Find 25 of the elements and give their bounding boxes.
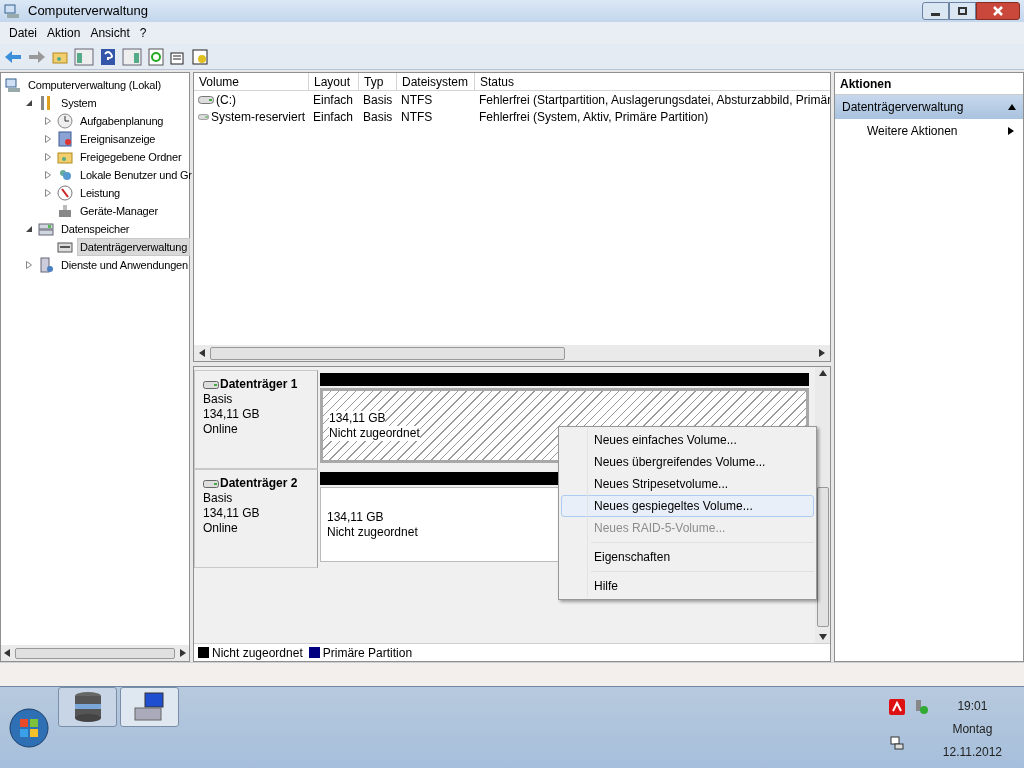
- disk-type: Basis: [203, 392, 234, 407]
- legend-label: Nicht zugeordnet: [212, 644, 303, 662]
- partition-status: Nicht zugeordnet: [327, 524, 418, 540]
- table-cell-text: Basis: [363, 108, 393, 126]
- table-cell-text: System-reserviert: [211, 108, 305, 126]
- table-cell-text: NTFS: [401, 108, 433, 126]
- disk-status: Online: [203, 422, 239, 437]
- table-cell: (C:): [216, 91, 236, 109]
- table-cell-text: Einfach: [313, 108, 354, 126]
- disk-type: Basis: [203, 491, 234, 506]
- disk-name: Datenträger 1: [220, 377, 298, 392]
- section-title: Datenträgerverwaltung: [842, 99, 964, 116]
- disk-size: 134,11 GB: [203, 407, 261, 422]
- partition-status: Nicht zugeordnet: [329, 425, 420, 441]
- table-cell-text: Fehlerfrei (System, Aktiv, Primäre Partition): [479, 108, 709, 126]
- partition-size: 134,11 GB: [329, 410, 386, 426]
- table-cell: Basis: [363, 91, 393, 109]
- disk-size: 134,11 GB: [203, 506, 261, 521]
- partition-size: 134,11 GB: [327, 509, 384, 525]
- table-cell: NTFS: [401, 91, 433, 109]
- window-title: Computerverwaltung: [28, 2, 148, 21]
- legend-label: Primäre Partition: [322, 644, 413, 662]
- disk-name: Datenträger 2: [220, 476, 298, 491]
- table-cell: Einfach: [313, 91, 354, 109]
- disk-status: Online: [203, 521, 239, 536]
